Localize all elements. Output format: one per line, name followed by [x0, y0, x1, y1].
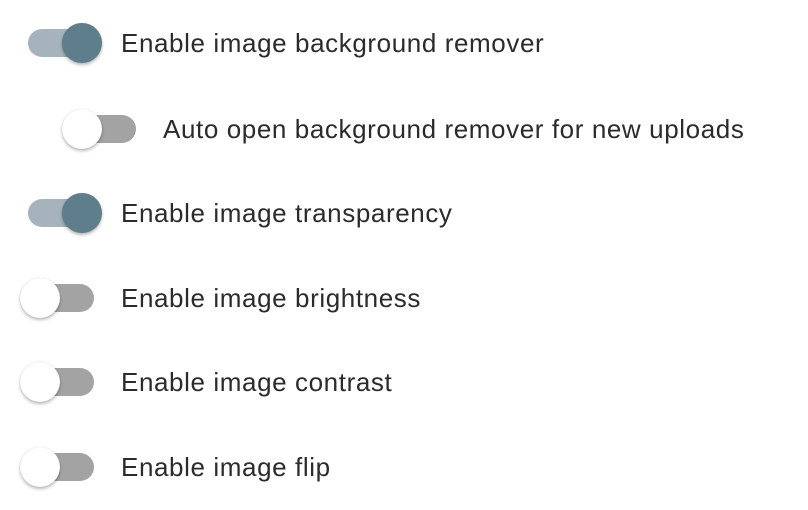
background-remover-label: Enable image background remover: [121, 27, 545, 58]
setting-contrast: Enable image contrast: [20, 352, 393, 412]
toggle-thumb: [20, 278, 60, 318]
setting-background-remover: Enable image background remover: [28, 13, 544, 73]
contrast-toggle[interactable]: [20, 362, 94, 402]
brightness-toggle[interactable]: [20, 278, 94, 318]
toggle-thumb: [20, 447, 60, 487]
flip-toggle[interactable]: [20, 447, 94, 487]
auto-open-remover-label: Auto open background remover for new upl…: [163, 113, 745, 144]
toggle-thumb: [62, 109, 102, 149]
contrast-label: Enable image contrast: [121, 366, 393, 397]
toggle-thumb: [20, 362, 60, 402]
setting-transparency: Enable image transparency: [28, 183, 453, 243]
setting-brightness: Enable image brightness: [20, 268, 421, 328]
auto-open-remover-toggle[interactable]: [62, 109, 136, 149]
toggle-thumb: [62, 193, 102, 233]
transparency-label: Enable image transparency: [121, 197, 453, 228]
brightness-label: Enable image brightness: [121, 282, 421, 313]
setting-auto-open-remover: Auto open background remover for new upl…: [62, 99, 745, 159]
setting-flip: Enable image flip: [20, 437, 331, 497]
flip-label: Enable image flip: [121, 451, 331, 482]
toggle-thumb: [62, 23, 102, 63]
background-remover-toggle[interactable]: [28, 23, 102, 63]
transparency-toggle[interactable]: [28, 193, 102, 233]
